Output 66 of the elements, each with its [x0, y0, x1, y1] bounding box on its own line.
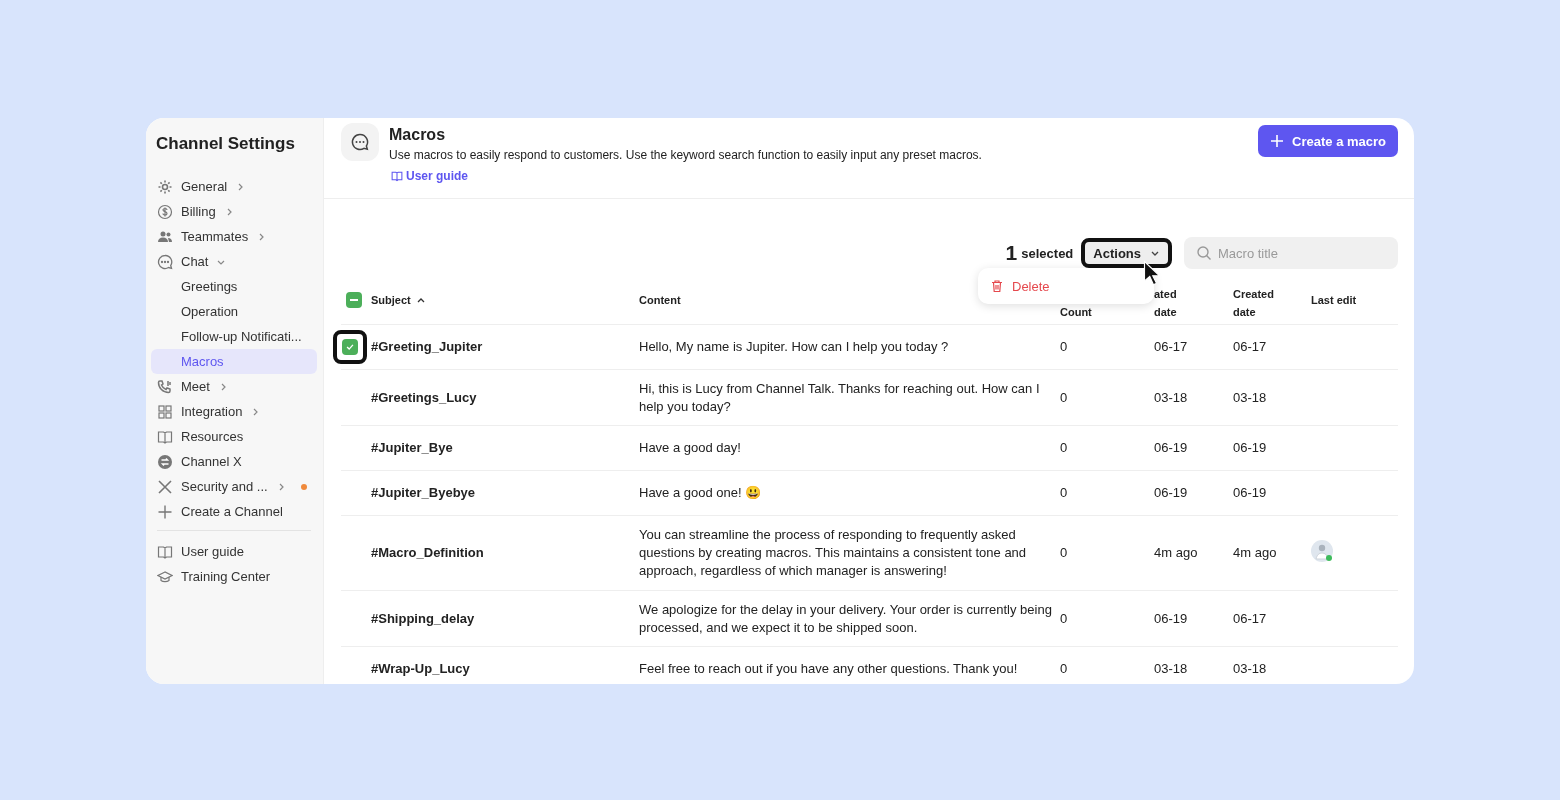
actions-button[interactable]: Actions: [1081, 238, 1172, 268]
table-cell-text: 03-18: [1154, 388, 1189, 407]
table-cell-text: 06-17: [1233, 609, 1268, 628]
table-cell-text: Have a good one! 😃: [639, 484, 763, 502]
table-cell-text: 03-18: [1154, 660, 1189, 678]
table-cell-text: 06-17: [1233, 338, 1268, 356]
table-cell-text: 03-18: [1233, 388, 1268, 407]
table-cell-text: 4m ago: [1233, 544, 1278, 562]
table-cell-text: You can streamline the process of responding to frequently asked questions by creating macros. This maintains a consistent tone and approach, regardless of which manager is answering!: [639, 526, 1028, 580]
table-cell-text: #Shipping_delay: [371, 609, 476, 628]
sidebar-item[interactable]: Meet: [151, 374, 317, 399]
sidebar-item[interactable]: User guide: [151, 539, 317, 564]
sidebar-item[interactable]: Operation: [151, 299, 317, 324]
table-cell-text: #Jupiter_Byebye: [371, 484, 477, 502]
create-macro-button[interactable]: Create a macro: [1258, 125, 1398, 157]
table-cell-text: 06-19: [1154, 484, 1189, 502]
sidebar-item[interactable]: Greetings: [151, 274, 317, 299]
sidebar-item[interactable]: Integration: [151, 399, 317, 424]
table-cell-text: 0: [1060, 544, 1069, 562]
table-cell-text: 06-17: [1154, 338, 1189, 356]
table-cell-text: #Greeting_Jupiter: [371, 338, 484, 356]
sidebar-item[interactable]: Teammates: [151, 224, 317, 249]
table-cell-text: 0: [1060, 388, 1069, 407]
sidebar-item[interactable]: Chat: [151, 249, 317, 274]
table-cell-text: 4m ago: [1154, 544, 1199, 562]
column-header[interactable]: Subject: [371, 291, 639, 309]
table-cell-text: #Jupiter_Bye: [371, 439, 454, 457]
menu-item[interactable]: Delete: [990, 278, 1050, 294]
sidebar-item[interactable]: Security and ...: [151, 474, 317, 499]
table-cell-text: Hi, this is Lucy from Channel Talk. Thanks for reaching out. How can I help you today?: [639, 379, 1041, 416]
table-cell-text: #Greetings_Lucy: [371, 388, 478, 407]
table-cell-text: Have a good day!: [639, 439, 742, 457]
selected-label: selected: [1021, 245, 1074, 261]
table-cell-text: 0: [1060, 439, 1069, 457]
selected-count: 1: [1005, 241, 1018, 265]
table-cell-text: 0: [1060, 609, 1069, 628]
sidebar-item[interactable]: General: [151, 174, 317, 199]
user-guide-link[interactable]: User guide: [391, 169, 468, 183]
column-header[interactable]: ated date: [1154, 285, 1233, 321]
table-cell-text: 06-19: [1233, 484, 1268, 502]
table-cell-text: 0: [1060, 484, 1069, 502]
table-cell-text: Feel free to reach out if you have any other questions. Thank you!: [639, 660, 1019, 678]
table-cell-text: 03-18: [1233, 660, 1268, 678]
table-cell-text: 0: [1060, 660, 1069, 678]
sidebar-item[interactable]: Training Center: [151, 564, 317, 589]
sidebar-item[interactable]: Follow-up Notificati...: [151, 324, 317, 349]
column-header[interactable]: Created date: [1233, 285, 1311, 321]
sidebar-item[interactable]: Create a Channel: [151, 499, 317, 524]
sidebar-item[interactable]: Resources: [151, 424, 317, 449]
column-header[interactable]: Count: [1060, 303, 1154, 321]
table-cell-text: #Wrap-Up_Lucy: [371, 660, 471, 678]
table-cell-text: Hello, My name is Jupiter. How can I help you today ?: [639, 338, 950, 356]
sidebar-item[interactable]: Billing: [151, 199, 317, 224]
table-cell-text: 06-19: [1154, 439, 1189, 457]
sidebar-title: Channel Settings: [155, 133, 296, 155]
table-cell-text: 06-19: [1233, 439, 1268, 457]
table-cell-text: #Macro_Definition: [371, 544, 485, 562]
table-cell-text: 06-19: [1154, 609, 1189, 628]
sidebar-item[interactable]: Channel X: [151, 449, 317, 474]
page-title: Macros: [389, 126, 447, 144]
table-cell-text: 0: [1060, 338, 1069, 356]
page-description: Use macros to easily respond to customers. Use the keyword search function to easily input any preset macros.: [389, 148, 983, 162]
column-header[interactable]: Last edit: [1311, 291, 1398, 309]
table-cell-text: We apologize for the delay in your delivery. Your order is currently being processed, and we expect it to be shipped soon.: [639, 600, 1053, 637]
sidebar-item[interactable]: Macros: [151, 349, 317, 374]
search-field[interactable]: Macro title: [1184, 237, 1398, 269]
